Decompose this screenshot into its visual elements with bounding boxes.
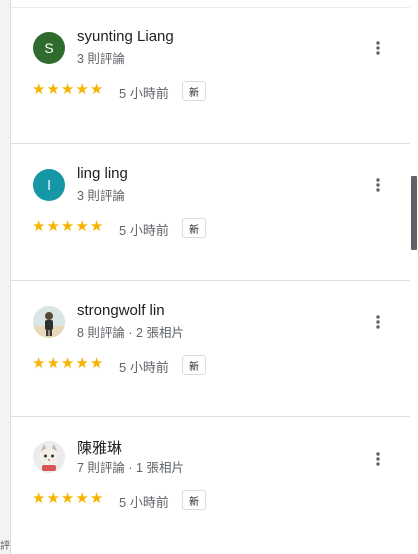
reviewer-name[interactable]: 陳雅琳 <box>77 437 122 458</box>
more-vert-icon <box>376 178 380 192</box>
reviewer-name[interactable]: strongwolf lin <box>77 302 165 319</box>
new-badge: 新 <box>182 490 206 510</box>
reviewer-name[interactable]: syunting Liang <box>77 28 174 45</box>
star-icon: ★ <box>60 355 75 372</box>
avatar[interactable] <box>33 441 65 473</box>
reviewer-meta: 7 則評論 · 1 張相片 <box>77 461 184 475</box>
scrollbar-track[interactable] <box>410 0 418 554</box>
review-time: 5 小時前 <box>119 223 169 238</box>
more-options-button[interactable] <box>367 311 389 333</box>
reviews-panel: S syunting Liang 3 則評論 ★ ★ ★ ★ ★ 5 小時前 新… <box>11 0 410 554</box>
reviewer-meta: 3 則評論 <box>77 189 125 203</box>
star-icon: ★ <box>46 218 60 235</box>
more-vert-icon <box>376 452 380 466</box>
star-icon: ★ <box>32 355 46 372</box>
avatar[interactable]: S <box>33 32 65 64</box>
review-time: 5 小時前 <box>119 86 169 101</box>
star-icon: ★ <box>32 218 46 235</box>
reviewer-meta: 8 則評論 · 2 張相片 <box>77 326 184 340</box>
reviewer-meta: 3 則評論 <box>77 52 125 66</box>
more-options-button[interactable] <box>367 37 389 59</box>
star-icon: ★ <box>46 81 60 98</box>
avatar-letter: l <box>47 177 51 193</box>
star-icon: ★ <box>32 81 46 98</box>
review-item: S syunting Liang 3 則評論 ★ ★ ★ ★ ★ 5 小時前 新 <box>11 26 410 136</box>
star-icon: ★ <box>60 81 75 98</box>
review-divider <box>11 280 410 281</box>
star-icon: ★ <box>60 490 75 507</box>
star-rating: ★ ★ ★ ★ ★ <box>32 82 103 97</box>
more-vert-icon <box>376 41 380 55</box>
star-rating: ★ ★ ★ ★ ★ <box>32 491 103 506</box>
star-icon: ★ <box>75 490 89 507</box>
avatar-person-photo <box>33 306 65 338</box>
left-panel-text: 評 <box>0 541 10 552</box>
top-divider <box>11 7 410 8</box>
avatar-cat-photo <box>33 441 65 473</box>
star-icon: ★ <box>75 81 89 98</box>
review-item: 陳雅琳 7 則評論 · 1 張相片 ★ ★ ★ ★ ★ 5 小時前 新 <box>11 435 410 545</box>
star-icon: ★ <box>75 355 89 372</box>
more-options-button[interactable] <box>367 448 389 470</box>
left-panel-edge <box>0 0 10 554</box>
star-icon: ★ <box>32 490 46 507</box>
scrollbar-thumb[interactable] <box>411 176 417 250</box>
review-item: l ling ling 3 則評論 ★ ★ ★ ★ ★ 5 小時前 新 <box>11 163 410 273</box>
new-badge: 新 <box>182 218 206 238</box>
new-badge: 新 <box>182 355 206 375</box>
review-divider <box>11 143 410 144</box>
star-icon: ★ <box>75 218 89 235</box>
review-time: 5 小時前 <box>119 495 169 510</box>
reviewer-name[interactable]: ling ling <box>77 165 128 182</box>
avatar[interactable]: l <box>33 169 65 201</box>
avatar-letter: S <box>44 40 54 56</box>
avatar[interactable] <box>33 306 65 338</box>
star-icon: ★ <box>89 81 104 98</box>
star-icon: ★ <box>89 355 104 372</box>
star-icon: ★ <box>46 490 60 507</box>
more-vert-icon <box>376 315 380 329</box>
star-rating: ★ ★ ★ ★ ★ <box>32 219 103 234</box>
review-item: strongwolf lin 8 則評論 · 2 張相片 ★ ★ ★ ★ ★ 5… <box>11 300 410 410</box>
review-divider <box>11 416 410 417</box>
star-rating: ★ ★ ★ ★ ★ <box>32 356 103 371</box>
star-icon: ★ <box>89 490 104 507</box>
more-options-button[interactable] <box>367 174 389 196</box>
review-time: 5 小時前 <box>119 360 169 375</box>
star-icon: ★ <box>46 355 60 372</box>
new-badge: 新 <box>182 81 206 101</box>
star-icon: ★ <box>60 218 75 235</box>
star-icon: ★ <box>89 218 104 235</box>
